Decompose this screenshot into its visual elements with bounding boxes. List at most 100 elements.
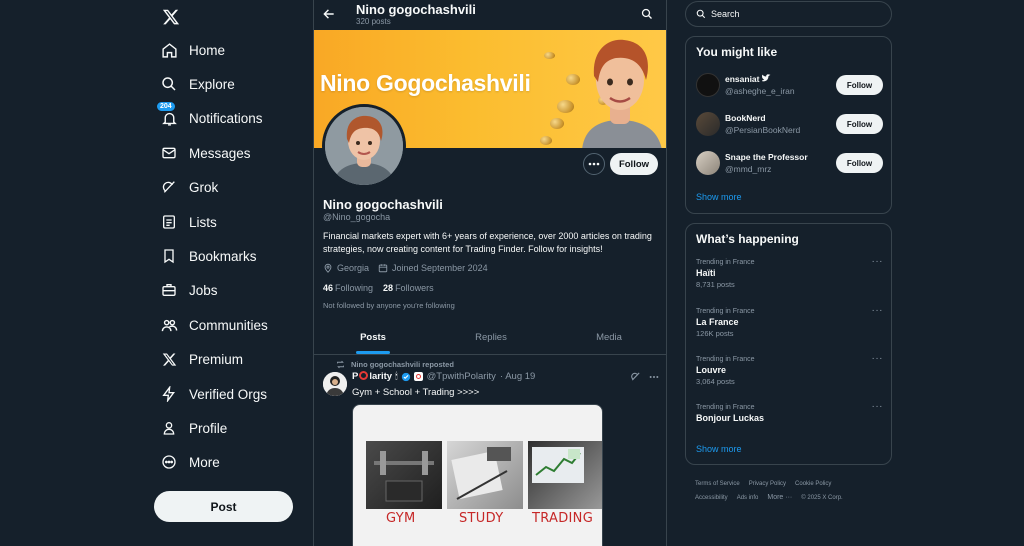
trend-post-count: 8,731 posts: [696, 280, 735, 289]
profile-bio: Financial markets expert with 6+ years o…: [323, 231, 652, 254]
user-name: Snape the Professor: [725, 152, 808, 162]
suggested-user[interactable]: Snape the Professor @mmd_mrz Follow: [696, 150, 883, 176]
more-icon[interactable]: ···: [872, 256, 884, 267]
nav-explore[interactable]: Explore: [158, 67, 235, 101]
left-nav: Home Explore 204 Notifications Messages …: [0, 0, 313, 546]
nav-label: More: [189, 454, 220, 470]
user-handle: @PersianBookNerd: [725, 125, 801, 135]
more-circle-icon: [158, 451, 180, 473]
ellipsis-icon: [588, 162, 600, 166]
profile-meta: Georgia Joined September 2024: [323, 263, 497, 273]
list-icon: [158, 211, 180, 233]
follow-button[interactable]: Follow: [836, 114, 883, 134]
profile-stats: 46 Following 28 Followers: [323, 283, 444, 293]
nav-label: Grok: [189, 179, 219, 195]
not-followed-note: Not followed by anyone you’re following: [323, 301, 455, 310]
join-date-text: Joined September 2024: [392, 263, 488, 273]
x-logo-icon[interactable]: [158, 4, 184, 30]
profile-name: Nino gogochashvili: [323, 197, 443, 212]
footer-link[interactable]: Ads info: [737, 495, 759, 501]
repost-icon: [337, 360, 344, 369]
more-icon[interactable]: ···: [872, 401, 884, 412]
tab-replies[interactable]: Replies: [432, 321, 550, 354]
follow-button[interactable]: Follow: [836, 153, 883, 173]
tweet-author-name[interactable]: Plarity: [352, 371, 392, 382]
nav-label: Home: [189, 42, 226, 58]
user-name: ensaniat: [725, 73, 836, 85]
footer-link[interactable]: Cookie Policy: [795, 481, 831, 487]
location: Georgia: [323, 263, 369, 273]
nav-home[interactable]: Home: [158, 33, 225, 67]
more-icon[interactable]: ···: [872, 305, 884, 316]
nav-profile[interactable]: Profile: [158, 411, 227, 445]
whats-happening-card: What’s happening Trending in France Haït…: [685, 223, 892, 465]
follow-button[interactable]: Follow: [610, 153, 658, 175]
nav-messages[interactable]: Messages: [158, 136, 251, 170]
grok-icon: [158, 176, 180, 198]
follow-button[interactable]: Follow: [836, 75, 883, 95]
nav-lists[interactable]: Lists: [158, 205, 217, 239]
nav-jobs[interactable]: Jobs: [158, 273, 218, 307]
grok-icon: [631, 372, 640, 381]
coin-graphic: [550, 118, 564, 129]
header-name: Nino gogochashvili: [356, 2, 476, 17]
nav-communities[interactable]: Communities: [158, 308, 268, 342]
trading-photo: [528, 441, 602, 509]
header-post-count: 320 posts: [356, 17, 391, 26]
banner-title: Nino Gogochashvili: [320, 70, 531, 96]
nav-notifications[interactable]: 204 Notifications: [156, 101, 263, 135]
user-name: BookNerd: [725, 113, 766, 123]
tweet-author-avatar[interactable]: [323, 372, 347, 396]
post-button[interactable]: Post: [154, 491, 293, 522]
tweet-date[interactable]: · Aug 19: [500, 371, 535, 382]
footer-link[interactable]: Privacy Policy: [749, 481, 786, 487]
footer-link[interactable]: Terms of Service: [695, 481, 740, 487]
nav-bookmarks[interactable]: Bookmarks: [158, 239, 257, 273]
x-logo-icon: [158, 348, 180, 370]
search-icon[interactable]: [641, 7, 655, 21]
verified-badge-icon: [401, 372, 410, 381]
search-box[interactable]: [685, 1, 892, 27]
nav-label: Lists: [189, 214, 217, 230]
trend-context: Trending in France: [696, 404, 755, 411]
profile-avatar[interactable]: [322, 104, 406, 188]
search-icon: [696, 9, 706, 19]
nav-grok[interactable]: Grok: [158, 170, 218, 204]
footer-link[interactable]: Accessibility: [695, 495, 728, 501]
polarity-logo-icon: [359, 371, 369, 380]
twitter-bird-icon: [760, 74, 771, 82]
followers-link[interactable]: 28 Followers: [383, 283, 434, 293]
trend-context: Trending in France: [696, 308, 755, 315]
trend-topic: Bonjour Luckas: [696, 413, 765, 423]
tweet-media-image[interactable]: GYM STUDY TRADING: [352, 404, 603, 546]
suggested-user[interactable]: BookNerd @PersianBookNerd Follow: [696, 111, 883, 137]
footer-links: Terms of Service Privacy Policy Cookie Pol…: [695, 477, 895, 505]
following-link[interactable]: 46 Following: [323, 283, 373, 293]
search-input[interactable]: [711, 9, 871, 19]
mail-icon: [158, 142, 180, 164]
nav-premium[interactable]: Premium: [158, 342, 243, 376]
repost-indicator: Nino gogochashvili reposted: [336, 360, 454, 369]
nav-more[interactable]: More: [158, 445, 220, 479]
tab-media[interactable]: Media: [550, 321, 666, 354]
user-avatar: [696, 112, 720, 136]
show-more-link[interactable]: Show more: [696, 192, 742, 202]
trend-item[interactable]: Trending in France Haïti 8,731 posts ···: [696, 256, 884, 289]
nav-verified-orgs[interactable]: Verified Orgs: [158, 377, 267, 411]
footer-more[interactable]: More ···: [767, 494, 792, 501]
bell-icon: 204: [156, 101, 180, 129]
tweet-text: Gym + School + Trading >>>>: [352, 387, 480, 398]
coin-graphic: [540, 136, 552, 145]
nav-label: Notifications: [189, 110, 263, 126]
nav-label: Explore: [189, 76, 235, 92]
suggested-user[interactable]: ensaniat @asheghe_e_iran Follow: [696, 72, 883, 98]
back-arrow-icon[interactable]: [322, 7, 338, 23]
more-icon[interactable]: ···: [872, 353, 884, 364]
trend-item[interactable]: Trending in France Louvre 3,064 posts ··…: [696, 353, 884, 386]
trend-item[interactable]: Trending in France Bonjour Luckas ···: [696, 401, 884, 423]
trend-item[interactable]: Trending in France La France 126K posts …: [696, 305, 884, 338]
more-options-button[interactable]: [583, 153, 605, 175]
tweet-author-handle[interactable]: @TpwithPolarity: [427, 371, 496, 382]
show-more-link[interactable]: Show more: [696, 444, 742, 454]
tab-posts[interactable]: Posts: [314, 321, 432, 354]
